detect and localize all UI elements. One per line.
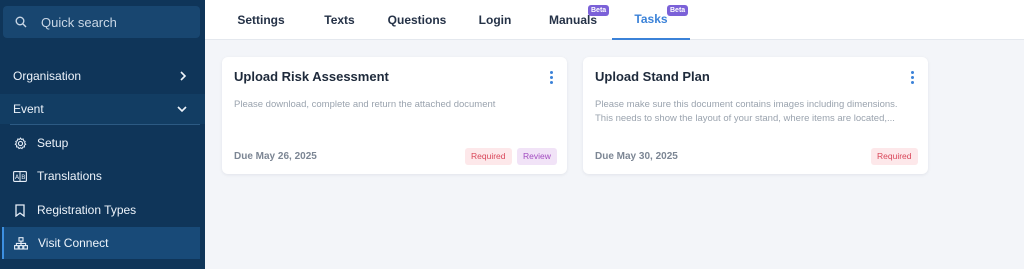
translate-icon: A B [13,169,27,183]
network-icon [14,236,28,250]
search-input[interactable]: Quick search [3,6,200,38]
tab-bar: Settings Texts Questions Login Manuals B… [205,0,1024,40]
tab-login[interactable]: Login [472,0,518,40]
gear-icon [13,136,27,150]
more-options-icon[interactable] [911,71,914,84]
tab-questions[interactable]: Questions [385,0,449,40]
task-card[interactable]: Upload Stand Plan Please make sure this … [583,57,928,174]
sidebar: Quick search Organisation Event Setup A [0,0,205,269]
sidebar-item-label: Setup [37,136,69,150]
svg-text:A: A [15,173,20,180]
tab-label: Login [478,13,512,27]
sidebar-item-label: Event [13,102,44,116]
divider [10,124,200,125]
beta-badge: Beta [667,5,689,16]
tab-label: Texts [324,13,355,27]
tab-texts[interactable]: Texts [317,0,362,40]
sidebar-item-label: Organisation [13,69,82,83]
sidebar-item-setup[interactable]: Setup [0,127,205,159]
tab-label: Tasks [634,12,668,26]
sidebar-item-event[interactable]: Event [0,94,205,124]
sidebar-item-label: Translations [37,169,102,183]
due-date: Due May 30, 2025 [595,151,678,162]
search-placeholder: Quick search [41,14,117,30]
review-badge: Review [517,148,557,165]
tab-settings[interactable]: Settings [231,0,291,40]
svg-text:B: B [21,173,25,180]
sidebar-item-label: Visit Connect [38,236,109,250]
sidebar-item-organisation[interactable]: Organisation [0,62,205,90]
sidebar-item-registration-types[interactable]: Registration Types [0,194,205,226]
sidebar-item-translations[interactable]: A B Translations [0,160,205,192]
tab-label: Questions [387,13,447,27]
due-date: Due May 26, 2025 [234,151,317,162]
required-badge: Required [465,148,512,165]
chevron-right-icon [179,71,187,81]
task-title: Upload Stand Plan [595,69,710,84]
task-description: Please make sure this document contains … [595,99,898,124]
sidebar-item-label: Registration Types [37,203,137,217]
required-badge: Required [871,148,918,165]
sidebar-item-visit-connect[interactable]: Visit Connect [2,227,200,259]
search-icon [15,16,27,28]
task-title: Upload Risk Assessment [234,69,389,84]
bookmark-icon [13,203,27,217]
chevron-down-icon [177,105,187,113]
more-options-icon[interactable] [550,71,553,84]
tab-label: Settings [237,13,285,27]
beta-badge: Beta [588,5,610,16]
task-card[interactable]: Upload Risk Assessment Please download, … [222,57,567,174]
task-description: Please download, complete and return the… [234,99,496,110]
